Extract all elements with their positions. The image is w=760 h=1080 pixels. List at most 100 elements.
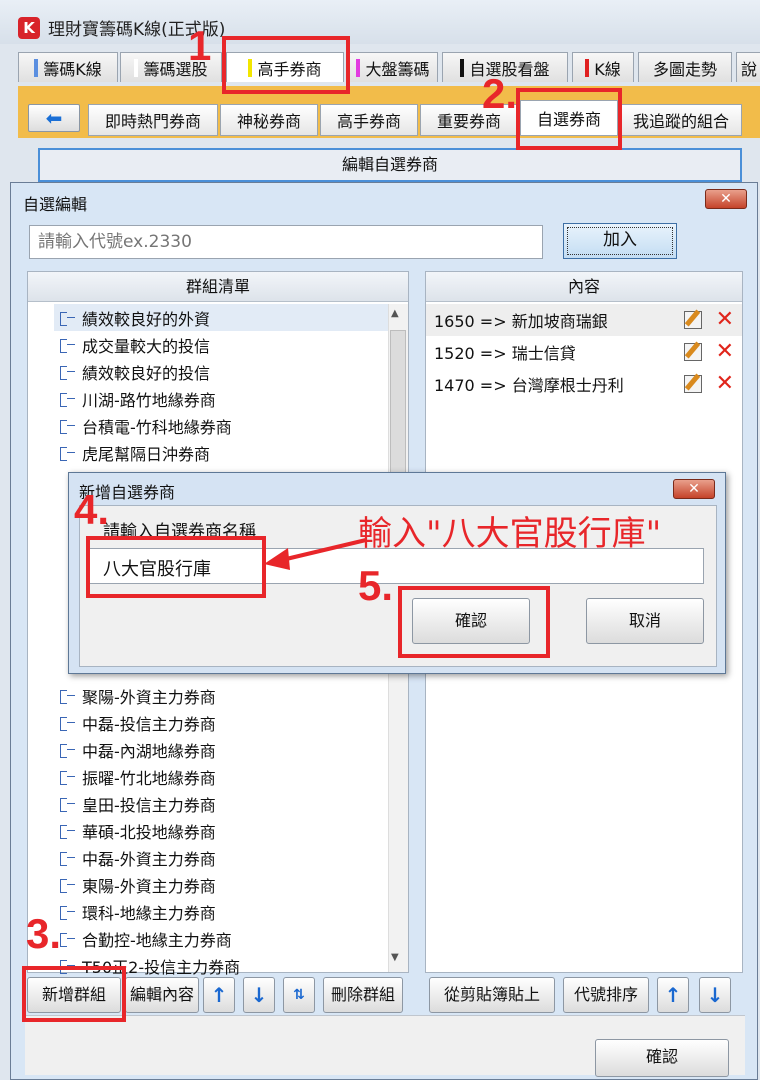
tab-label: 多圖走勢 <box>652 59 717 79</box>
app-logo-icon: K <box>18 17 40 39</box>
scroll-down-icon[interactable]: ▼ <box>391 952 399 963</box>
group-list-item[interactable]: 績效較良好的外資 <box>58 304 210 331</box>
tab-more[interactable]: 說 <box>736 52 760 82</box>
dialog-title: 自選編輯 <box>23 195 88 214</box>
group-label: 績效較良好的外資 <box>82 309 211 329</box>
content-row-label: 1470 => 台灣摩根士丹利 <box>434 376 624 395</box>
group-label: 川湖-路竹地緣券商 <box>82 390 216 410</box>
group-list-item[interactable]: 成交量較大的投信 <box>58 331 210 358</box>
group-list-item[interactable]: 皇田-投信主力券商 <box>58 790 216 817</box>
tab-color-bar <box>356 58 361 77</box>
delete-icon[interactable]: ✕ <box>716 338 734 366</box>
tree-node-icon <box>58 797 76 812</box>
group-label: 台積電-竹科地緣券商 <box>82 417 232 437</box>
stock-code-input[interactable] <box>29 225 543 259</box>
subtab-tracked-portfolios[interactable]: 我追蹤的組合 <box>620 104 742 136</box>
close-icon[interactable]: ✕ <box>673 479 715 499</box>
group-label: 華碩-北投地緣券商 <box>82 822 216 842</box>
group-label: 虎尾幫隔日沖券商 <box>82 444 211 464</box>
content-row[interactable]: 1520 => 瑞士信貸 ✕ <box>426 336 742 368</box>
edit-icon[interactable] <box>684 343 702 361</box>
group-list-item[interactable]: 聚陽-外資主力券商 <box>58 682 216 709</box>
group-list-item[interactable]: 虎尾幫隔日沖券商 <box>58 439 210 466</box>
content-row-label: 1650 => 新加坡商瑞銀 <box>434 312 608 331</box>
add-button[interactable]: 加入 <box>563 223 677 259</box>
content-down-icon[interactable]: ↓ <box>699 977 731 1013</box>
tree-node-icon <box>58 338 76 353</box>
group-list-item[interactable]: 振曜-竹北地緣券商 <box>58 763 216 790</box>
edit-icon[interactable] <box>684 375 702 393</box>
tab-multi-chart[interactable]: 多圖走勢 <box>638 52 732 82</box>
annotation-arrow-icon <box>264 538 367 570</box>
group-list-header: 群組清單 <box>28 272 408 302</box>
annotation-box-step4 <box>86 536 266 598</box>
edit-content-button[interactable]: 編輯內容 <box>125 977 199 1013</box>
group-label: 成交量較大的投信 <box>82 336 211 356</box>
content-row[interactable]: 1650 => 新加坡商瑞銀 ✕ <box>426 304 742 336</box>
annotation-step4: 4. <box>74 486 110 533</box>
tab-color-bar <box>134 58 139 77</box>
group-label: 聚陽-外資主力券商 <box>82 687 216 707</box>
group-label: 中磊-投信主力券商 <box>82 714 216 734</box>
group-list-item[interactable]: 華碩-北投地緣券商 <box>58 817 216 844</box>
subtab-hot-brokers[interactable]: 即時熱門券商 <box>88 104 218 136</box>
tree-node-icon <box>58 446 76 461</box>
paste-from-clipboard-button[interactable]: 從剪貼簿貼上 <box>429 977 555 1013</box>
tree-node-icon <box>58 851 76 866</box>
annotation-callout: 輸入"八大官股行庫" <box>358 514 662 554</box>
group-list-item[interactable]: 中磊-內湖地緣券商 <box>58 736 216 763</box>
edit-icon[interactable] <box>684 311 702 329</box>
group-label: 環科-地緣主力券商 <box>82 903 216 923</box>
tab-label: 大盤籌碼 <box>365 59 430 79</box>
group-label: 績效較良好的投信 <box>82 363 211 383</box>
group-list-item[interactable]: 川湖-路竹地緣券商 <box>58 385 216 412</box>
delete-icon[interactable]: ✕ <box>716 306 734 334</box>
tab-k-line[interactable]: K線 <box>572 52 634 82</box>
group-list-item[interactable]: 中磊-投信主力券商 <box>58 709 216 736</box>
annotation-box-step2 <box>516 88 622 150</box>
tree-node-icon <box>58 419 76 434</box>
move-down-icon[interactable]: ↓ <box>243 977 275 1013</box>
sort-by-code-button[interactable]: 代號排序 <box>563 977 649 1013</box>
edit-custom-brokers-button[interactable]: 編輯自選券商 <box>38 148 742 182</box>
tree-node-icon <box>58 770 76 785</box>
dialog-cancel-button[interactable]: 取消 <box>586 598 704 644</box>
title-bar: K 理財寶籌碼K線(正式版) <box>0 0 760 44</box>
group-list-item[interactable]: 績效較良好的投信 <box>58 358 210 385</box>
close-icon[interactable]: ✕ <box>705 189 747 209</box>
tab-market-chips[interactable]: 大盤籌碼 <box>348 52 438 82</box>
group-list-item[interactable]: 合勤控-地緣主力券商 <box>58 925 232 952</box>
annotation-step1: 1 <box>188 22 212 69</box>
content-row[interactable]: 1470 => 台灣摩根士丹利 ✕ <box>426 368 742 400</box>
tree-node-icon <box>58 743 76 758</box>
subtab-mystery-brokers[interactable]: 神秘券商 <box>220 104 318 136</box>
tree-node-icon <box>58 878 76 893</box>
swap-icon[interactable]: ⇅ <box>283 977 315 1013</box>
subtab-expert-brokers[interactable]: 高手券商 <box>320 104 418 136</box>
content-up-icon[interactable]: ↑ <box>657 977 689 1013</box>
content-row-label: 1520 => 瑞士信貸 <box>434 344 576 363</box>
annotation-step3: 3. <box>26 910 62 957</box>
tab-color-bar <box>585 58 590 77</box>
content-header: 內容 <box>426 272 742 302</box>
scroll-up-icon[interactable]: ▲ <box>391 308 399 319</box>
tab-chip-k[interactable]: 籌碼K線 <box>18 52 118 82</box>
group-label: 振曜-竹北地緣券商 <box>82 768 216 788</box>
tab-color-bar <box>460 58 465 77</box>
group-list-item[interactable]: 東陽-外資主力券商 <box>58 871 216 898</box>
delete-icon[interactable]: ✕ <box>716 370 734 398</box>
annotation-box-step5 <box>398 586 550 658</box>
tree-node-icon <box>58 311 76 326</box>
tree-node-icon <box>58 716 76 731</box>
group-list-item[interactable]: 環科-地緣主力券商 <box>58 898 216 925</box>
tree-node-icon <box>58 689 76 704</box>
group-list-item[interactable]: 中磊-外資主力券商 <box>58 844 216 871</box>
group-list-item[interactable]: 台積電-竹科地緣券商 <box>58 412 232 439</box>
group-label: 合勤控-地緣主力券商 <box>82 930 232 950</box>
tab-label: 說 <box>741 59 758 79</box>
annotation-box-step1 <box>222 36 350 94</box>
editor-confirm-button[interactable]: 確認 <box>595 1039 729 1077</box>
back-arrow-icon[interactable]: ⬅ <box>28 104 80 132</box>
move-up-icon[interactable]: ↑ <box>203 977 235 1013</box>
delete-group-button[interactable]: 刪除群組 <box>323 977 403 1013</box>
